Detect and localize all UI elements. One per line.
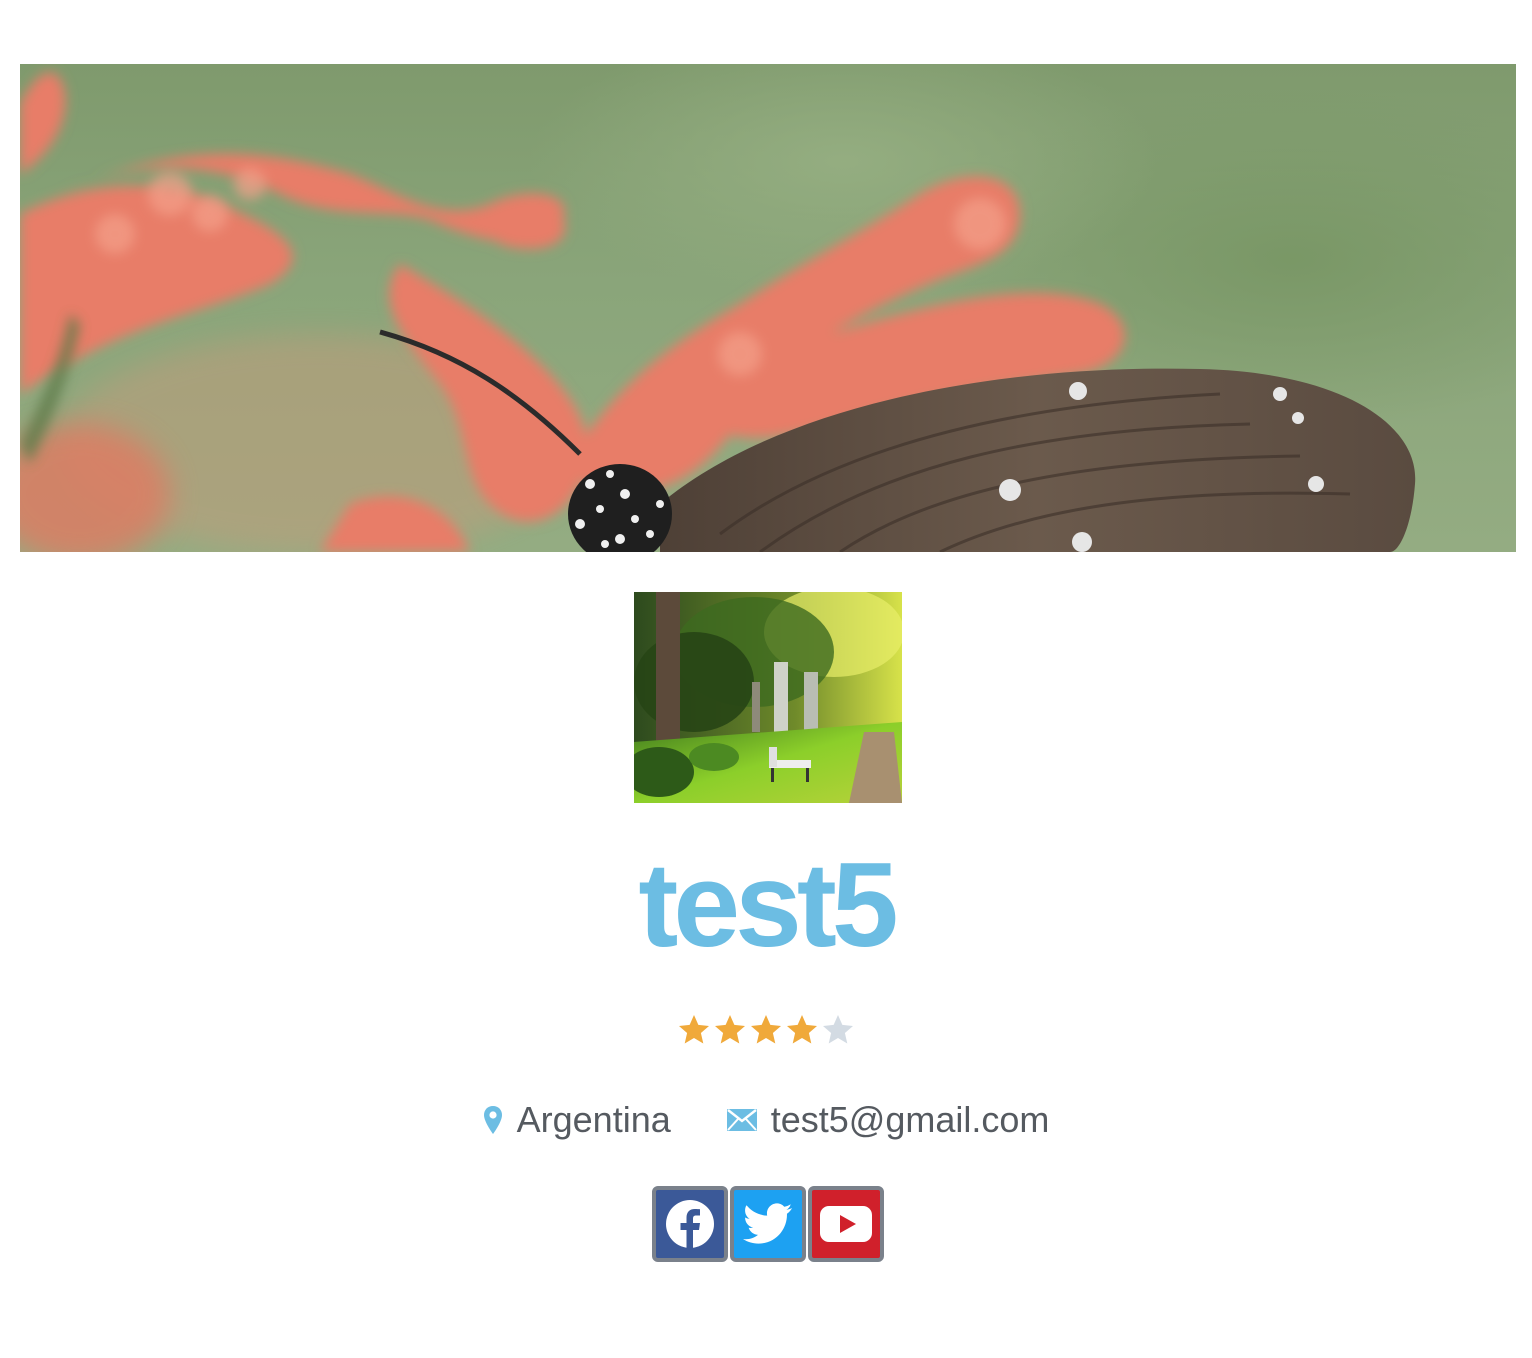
email-text[interactable]: test5@gmail.com xyxy=(771,1099,1050,1141)
social-links xyxy=(652,1186,884,1262)
profile-username: test5 xyxy=(638,838,898,972)
youtube-button[interactable] xyxy=(808,1186,884,1262)
profile-page: test5 Argentina test5@gmail.com xyxy=(0,0,1532,1358)
twitter-icon xyxy=(743,1203,793,1244)
contact-info: Argentina test5@gmail.com xyxy=(0,1096,1532,1144)
star-icon xyxy=(679,1015,709,1044)
twitter-button[interactable] xyxy=(730,1186,806,1262)
star-icon xyxy=(787,1015,817,1044)
email-info[interactable]: test5@gmail.com xyxy=(726,1096,1050,1144)
star-icon xyxy=(751,1015,781,1044)
location-text: Argentina xyxy=(516,1099,671,1140)
star-icon xyxy=(715,1015,745,1044)
location-info: Argentina xyxy=(483,1096,671,1144)
facebook-button[interactable] xyxy=(652,1186,728,1262)
profile-avatar xyxy=(634,592,902,803)
envelope-icon xyxy=(726,1109,757,1131)
user-rating xyxy=(0,1012,1532,1048)
star-icon xyxy=(823,1015,853,1044)
youtube-icon xyxy=(820,1206,872,1242)
map-pin-icon xyxy=(483,1106,502,1134)
facebook-icon xyxy=(666,1200,714,1248)
cover-image xyxy=(20,64,1516,552)
